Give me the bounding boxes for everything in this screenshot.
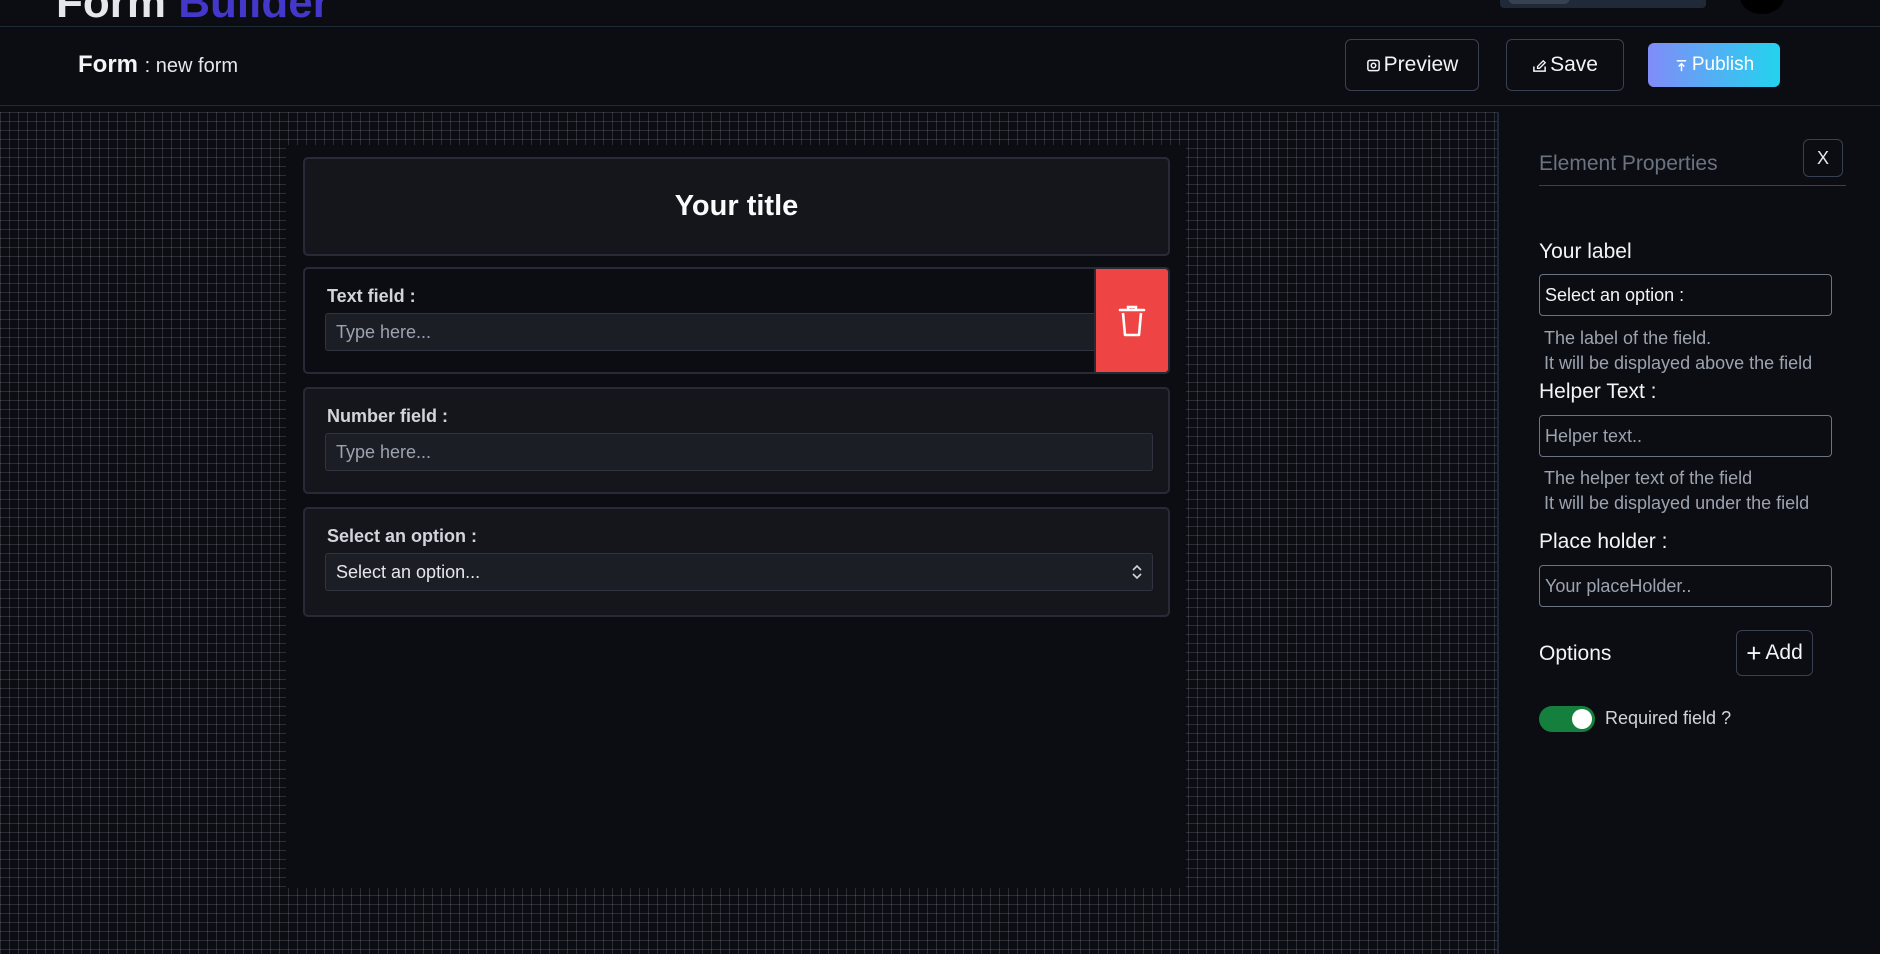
- add-option-label: Add: [1765, 641, 1803, 664]
- publish-button[interactable]: Publish: [1648, 43, 1780, 87]
- form-canvas[interactable]: Your title Text field : Type here... Num…: [0, 112, 1499, 954]
- form-title-label: Form: [78, 51, 138, 78]
- text-field-input[interactable]: Type here...: [325, 313, 1101, 351]
- form-title-card[interactable]: Your title: [303, 157, 1170, 256]
- close-button[interactable]: X: [1803, 139, 1843, 177]
- helper-help-line-2: It will be displayed under the field: [1544, 493, 1810, 513]
- save-button-label: Save: [1550, 53, 1598, 76]
- eye-icon: [1366, 59, 1380, 71]
- app-brand[interactable]: Form Builder: [56, 0, 330, 27]
- app-bar: Form Builder: [0, 0, 1880, 27]
- form-sheet: Your title Text field : Type here... Num…: [286, 145, 1186, 888]
- save-icon: [1533, 59, 1547, 72]
- helper-input[interactable]: Helper text..: [1539, 415, 1832, 457]
- number-field-card[interactable]: Number field : Type here...: [303, 387, 1170, 494]
- text-field-label: Text field :: [327, 286, 416, 306]
- brand-word-form: Form: [56, 0, 166, 27]
- label-input[interactable]: Select an option :: [1539, 274, 1832, 316]
- upload-icon: [1676, 59, 1687, 71]
- select-field-card[interactable]: Select an option : Select an option...: [303, 507, 1170, 617]
- preview-button-label: Preview: [1383, 53, 1459, 76]
- select-field-value: Select an option...: [336, 561, 481, 582]
- publish-button-label: Publish: [1691, 54, 1755, 75]
- required-toggle[interactable]: [1539, 706, 1595, 732]
- form-header: Form : new form Preview Save Publish: [0, 27, 1880, 106]
- top-toggle-knob: [1508, 0, 1570, 4]
- label-heading: Your label: [1539, 240, 1632, 263]
- options-heading: Options: [1539, 642, 1612, 665]
- divider: [1539, 185, 1846, 186]
- add-option-button[interactable]: + Add: [1736, 630, 1813, 676]
- plus-icon: +: [1746, 638, 1762, 668]
- select-field-label: Select an option :: [327, 526, 478, 546]
- save-button[interactable]: Save: [1506, 39, 1624, 91]
- preview-button[interactable]: Preview: [1345, 39, 1479, 91]
- label-help: The label of the field. It will be displ…: [1544, 326, 1812, 376]
- delete-button[interactable]: [1094, 267, 1170, 374]
- properties-title: Element Properties: [1539, 152, 1718, 175]
- helper-help-line-1: The helper text of the field: [1544, 468, 1753, 488]
- required-label: Required field ?: [1605, 708, 1732, 728]
- properties-panel: Element Properties X Your label Select a…: [1499, 112, 1880, 954]
- trash-icon: [1118, 305, 1146, 336]
- placeholder-heading: Place holder :: [1539, 530, 1668, 553]
- toggle-knob: [1572, 709, 1592, 729]
- avatar[interactable]: [1740, 0, 1784, 14]
- helper-help: The helper text of the field It will be …: [1544, 466, 1809, 516]
- brand-word-builder: Builder: [178, 0, 330, 27]
- top-toggle[interactable]: [1500, 0, 1706, 8]
- helper-heading: Helper Text :: [1539, 380, 1657, 403]
- placeholder-input[interactable]: Your placeHolder..: [1539, 565, 1832, 607]
- number-field-input[interactable]: Type here...: [325, 433, 1153, 471]
- label-help-line-1: The label of the field.: [1544, 328, 1712, 348]
- form-title-heading: Form : new form: [78, 51, 238, 79]
- label-help-line-2: It will be displayed above the field: [1544, 353, 1813, 373]
- chevron-up-down-icon: [1132, 564, 1142, 580]
- text-field-card[interactable]: Text field : Type here...: [303, 267, 1170, 374]
- form-name: : new form: [144, 55, 239, 77]
- select-field-dropdown[interactable]: Select an option...: [325, 553, 1153, 591]
- number-field-label: Number field :: [327, 406, 449, 426]
- form-title: Your title: [674, 190, 799, 222]
